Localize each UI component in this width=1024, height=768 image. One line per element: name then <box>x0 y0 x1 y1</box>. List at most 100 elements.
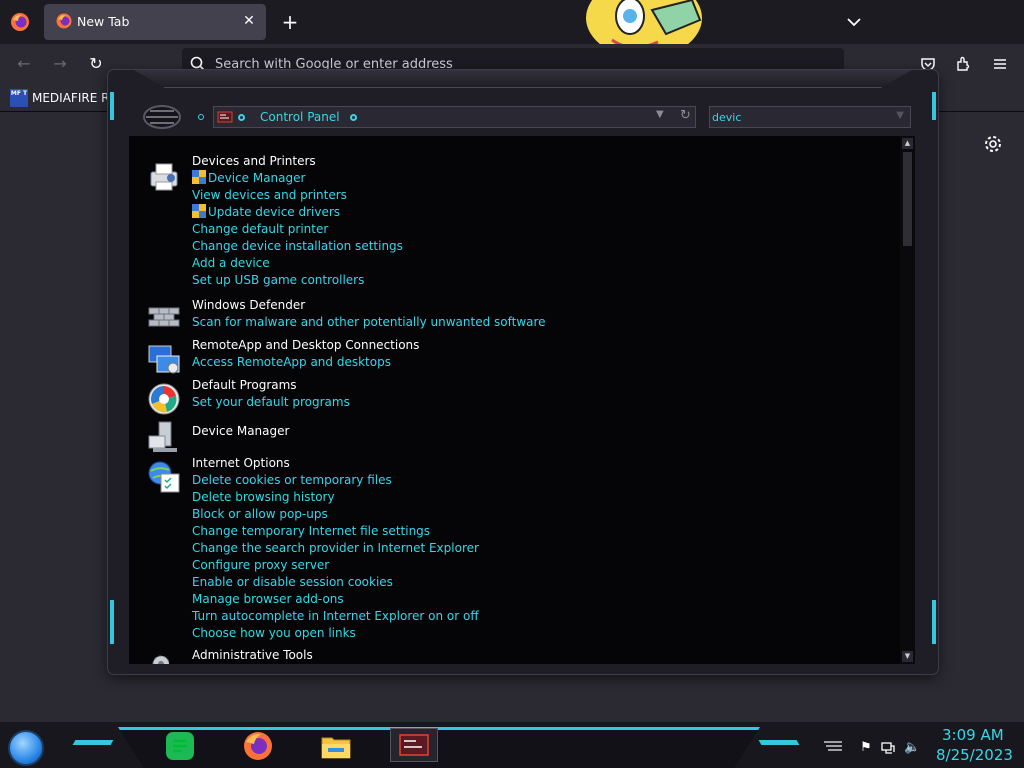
chevron-down-icon[interactable]: ▼ <box>656 109 664 120</box>
task-link[interactable]: Add a device <box>192 255 403 272</box>
result-group-devices-printers: Devices and Printers Device Manager View… <box>129 154 889 290</box>
breadcrumb-control-panel[interactable]: Control Panel <box>260 110 340 124</box>
group-title[interactable]: Internet Options <box>192 456 290 470</box>
remoteapp-icon <box>148 345 180 374</box>
task-link[interactable]: Access RemoteApp and desktops <box>192 354 391 371</box>
tab-title: New Tab <box>77 14 130 29</box>
task-link[interactable]: Set up USB game controllers <box>192 272 403 289</box>
frame-accent <box>932 600 936 644</box>
scroll-up-icon[interactable]: ▲ <box>902 138 913 149</box>
start-button[interactable] <box>8 730 44 766</box>
task-link[interactable]: Manage browser add-ons <box>192 591 479 608</box>
scroll-down-icon[interactable]: ▼ <box>902 651 913 662</box>
firefox-menu-icon[interactable] <box>10 12 30 32</box>
control-panel-search[interactable]: ▼ <box>709 106 911 128</box>
result-group-administrative-tools: Administrative Tools <box>129 648 889 664</box>
taskbar-accent <box>72 740 114 745</box>
task-link[interactable]: Delete cookies or temporary files <box>192 472 479 489</box>
search-arrow-icon[interactable]: ▼ <box>896 110 904 121</box>
breadcrumb-separator[interactable] <box>350 114 357 121</box>
volume-icon[interactable]: 🔈 <box>904 740 920 756</box>
task-link[interactable]: Change the search provider in Internet E… <box>192 540 479 557</box>
result-group-device-manager: Device Manager <box>129 421 889 454</box>
search-results: Devices and Printers Device Manager View… <box>129 136 915 664</box>
chevron-down-icon[interactable] <box>844 12 864 32</box>
clock-date[interactable]: 8/25/2023 <box>936 746 1013 764</box>
task-link[interactable]: Update device drivers <box>192 204 403 221</box>
control-panel-icon <box>217 111 233 123</box>
task-link[interactable]: Choose how you open links <box>192 625 479 642</box>
task-label: Device Manager <box>208 171 306 185</box>
result-group-internet-options: Internet Options Delete cookies or tempo… <box>129 456 889 642</box>
extensions-icon[interactable] <box>956 56 972 72</box>
frame-accent <box>110 600 114 644</box>
refresh-icon[interactable]: ↻ <box>680 108 691 123</box>
theme-logo-icon <box>143 105 181 129</box>
task-link[interactable]: View devices and printers <box>192 187 403 204</box>
forward-arrow-icon[interactable]: → <box>50 54 70 74</box>
breadcrumb[interactable]: Control Panel ▼ ↻ <box>213 106 696 128</box>
internet-options-icon <box>148 461 180 493</box>
group-title[interactable]: RemoteApp and Desktop Connections <box>192 338 419 352</box>
task-label: Update device drivers <box>208 205 341 219</box>
uac-shield-icon <box>192 170 206 184</box>
bookmark-mediafire[interactable]: MEDIAFIRE RO <box>32 91 119 105</box>
task-link[interactable]: Enable or disable session cookies <box>192 574 479 591</box>
flag-icon[interactable]: ⚑ <box>858 740 874 756</box>
task-link[interactable]: Scan for malware and other potentially u… <box>192 314 546 331</box>
clock-time[interactable]: 3:09 AM <box>942 726 1004 744</box>
vertical-scrollbar[interactable]: ▲ ▼ <box>900 136 915 664</box>
group-title[interactable]: Windows Defender <box>192 298 305 312</box>
admin-tools-icon <box>152 655 170 664</box>
search-input[interactable] <box>712 109 892 125</box>
task-link[interactable]: Delete browsing history <box>192 489 479 506</box>
notes-app-icon[interactable] <box>164 730 196 762</box>
nav-dot <box>198 114 204 120</box>
task-link[interactable]: Set your default programs <box>192 394 350 411</box>
task-link[interactable]: Change temporary Internet file settings <box>192 523 479 540</box>
task-list: Device Manager View devices and printers… <box>192 170 403 289</box>
group-title[interactable]: Administrative Tools <box>192 648 313 662</box>
breadcrumb-separator <box>238 114 245 121</box>
window-frame-top <box>134 70 912 88</box>
task-list: Scan for malware and other potentially u… <box>192 314 546 331</box>
group-title[interactable]: Devices and Printers <box>192 154 316 168</box>
back-arrow-icon[interactable]: ← <box>14 54 34 74</box>
mediafire-bookmark-icon: MF T <box>10 89 28 107</box>
uac-shield-icon <box>192 204 206 218</box>
result-group-default-programs: Default Programs Set your default progra… <box>129 378 889 415</box>
task-link[interactable]: Configure proxy server <box>192 557 479 574</box>
firefox-icon <box>56 13 72 29</box>
gear-icon[interactable] <box>982 133 1004 155</box>
reload-icon[interactable]: ↻ <box>86 54 106 74</box>
default-programs-icon <box>148 383 180 415</box>
defender-wall-icon <box>148 307 180 327</box>
tab-new-tab[interactable]: New Tab ✕ <box>44 4 266 40</box>
scroll-thumb[interactable] <box>903 152 912 246</box>
task-link[interactable]: Turn autocomplete in Internet Explorer o… <box>192 608 479 625</box>
control-panel-window: Control Panel ▼ ↻ ▼ Devices and Printers… <box>108 70 938 674</box>
taskbar-accent <box>758 740 800 745</box>
group-title[interactable]: Device Manager <box>192 424 289 438</box>
network-icon[interactable] <box>880 740 896 756</box>
show-hidden-icons-icon[interactable] <box>822 740 844 754</box>
control-panel-toolbar: Control Panel ▼ ↻ ▼ <box>108 98 938 136</box>
firefox-icon[interactable] <box>242 730 274 762</box>
task-link[interactable]: Change device installation settings <box>192 238 403 255</box>
result-group-windows-defender: Windows Defender Scan for malware and ot… <box>129 298 889 334</box>
device-manager-icon <box>148 421 177 452</box>
close-tab-icon[interactable]: ✕ <box>240 12 258 30</box>
taskbar-dock <box>118 727 760 768</box>
task-link[interactable]: Block or allow pop-ups <box>192 506 479 523</box>
file-explorer-icon[interactable] <box>320 730 352 762</box>
control-panel-icon[interactable] <box>398 732 430 758</box>
printer-icon <box>150 163 178 191</box>
task-list: Delete cookies or temporary files Delete… <box>192 472 479 642</box>
group-title[interactable]: Default Programs <box>192 378 297 392</box>
taskbar: ⚑ 🔈 3:09 AM 8/25/2023 <box>0 722 1024 768</box>
tab-strip: New Tab ✕ + <box>0 0 1024 58</box>
new-tab-button[interactable]: + <box>280 12 300 32</box>
task-link[interactable]: Device Manager <box>192 170 403 187</box>
task-link[interactable]: Change default printer <box>192 221 403 238</box>
hamburger-menu-icon[interactable] <box>992 56 1008 72</box>
